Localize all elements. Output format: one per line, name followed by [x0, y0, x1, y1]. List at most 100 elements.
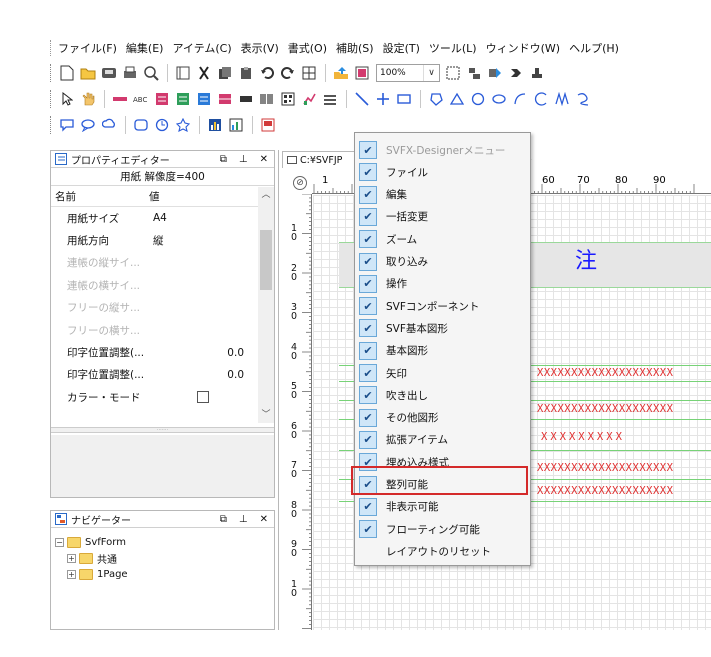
- menu-format[interactable]: 書式(O): [288, 40, 327, 56]
- undo-icon[interactable]: [257, 64, 276, 83]
- menu-file[interactable]: ファイル(F): [58, 40, 117, 56]
- menu-item-toggle[interactable]: ✔ 編集: [357, 184, 529, 206]
- float-window-icon[interactable]: ⧉: [220, 154, 227, 165]
- curve-icon[interactable]: [531, 90, 550, 109]
- menu-item-toggle[interactable]: ✔ 矢印: [357, 362, 529, 384]
- menu-settings[interactable]: 設定(T): [383, 40, 420, 56]
- menu-item-toggle[interactable]: ✔ フローティング可能: [357, 518, 529, 540]
- copy-icon[interactable]: [215, 64, 234, 83]
- circle-icon[interactable]: [468, 90, 487, 109]
- cross-line-icon[interactable]: [373, 90, 392, 109]
- menu-item-toggle[interactable]: ✔ その他図形: [357, 407, 529, 429]
- chart-window-icon[interactable]: [226, 116, 245, 135]
- menu-edit[interactable]: 編集(E): [126, 40, 164, 56]
- print-icon[interactable]: [120, 64, 139, 83]
- stamp-icon[interactable]: [527, 64, 546, 83]
- property-value[interactable]: 0.0: [227, 369, 258, 381]
- menu-view[interactable]: 表示(V): [241, 40, 279, 56]
- tree-node-1page[interactable]: + 1Page: [55, 566, 274, 582]
- field-text[interactable]: XXXXXXXXXXXXXXXXXXXX: [537, 485, 673, 497]
- page-frame-icon[interactable]: [443, 64, 462, 83]
- property-value[interactable]: 0.0: [227, 347, 258, 359]
- rectangle-icon[interactable]: [394, 90, 413, 109]
- open-folder-icon[interactable]: [78, 64, 97, 83]
- property-row-color-mode[interactable]: カラー・モード: [51, 386, 258, 408]
- record-icon[interactable]: [194, 90, 213, 109]
- menu-item-toggle[interactable]: ✔ ズーム: [357, 228, 529, 250]
- arc-icon[interactable]: [510, 90, 529, 109]
- property-value[interactable]: 縦: [153, 233, 258, 248]
- menu-item-toggle[interactable]: ✔ 取り込み: [357, 251, 529, 273]
- ellipse-icon[interactable]: [489, 90, 508, 109]
- triangle-icon[interactable]: [447, 90, 466, 109]
- property-row-print-offset-y[interactable]: 印字位置調整(... 0.0: [51, 364, 258, 386]
- paste-icon[interactable]: [236, 64, 255, 83]
- menu-item-toggle[interactable]: ✔ SVFコンポーネント: [357, 295, 529, 317]
- menu-item-toggle[interactable]: レイアウトのリセット: [357, 540, 529, 562]
- spline-icon[interactable]: [552, 90, 571, 109]
- menu-item-toggle[interactable]: ✔ SVF基本図形: [357, 317, 529, 339]
- menu-help[interactable]: ヘルプ(H): [569, 40, 619, 56]
- chevron-down-icon[interactable]: ∨: [423, 65, 439, 81]
- close-icon[interactable]: ✕: [260, 514, 268, 525]
- field-text[interactable]: XXXXXXXXXXXXXXXXXXXX: [537, 367, 673, 379]
- menu-item-toggle[interactable]: ✔ 吹き出し: [357, 384, 529, 406]
- clock-icon[interactable]: [152, 116, 171, 135]
- toolbar-grip[interactable]: [50, 116, 53, 134]
- title-text[interactable]: 注: [575, 243, 597, 275]
- splitter-handle[interactable]: ·······: [51, 427, 274, 433]
- ruler-origin-icon[interactable]: ⊘: [293, 176, 307, 190]
- tree-node-svfform[interactable]: − SvfForm: [55, 534, 274, 550]
- preview-icon[interactable]: [141, 64, 160, 83]
- list-field-icon[interactable]: [152, 90, 171, 109]
- image-icon[interactable]: [352, 64, 371, 83]
- menu-tools[interactable]: ツール(L): [429, 40, 477, 56]
- navigator-titlebar[interactable]: ナビゲーター ⧉ ⊥ ✕: [51, 511, 274, 528]
- zoom-select[interactable]: 100% ∨: [376, 64, 440, 82]
- menu-window[interactable]: ウィンドウ(W): [486, 40, 560, 56]
- align-icon[interactable]: [464, 64, 483, 83]
- redo-icon[interactable]: [278, 64, 297, 83]
- barcode-icon[interactable]: [236, 90, 255, 109]
- scroll-up-icon[interactable]: ︿: [258, 187, 274, 203]
- send-icon[interactable]: [485, 64, 504, 83]
- menu-item-toggle[interactable]: ✔ 拡張アイテム: [357, 429, 529, 451]
- menu-item-toggle[interactable]: ✔ 一括変更: [357, 206, 529, 228]
- menu-item-toggle[interactable]: ✔ SVFX-Designerメニュー: [357, 139, 529, 161]
- field-text[interactable]: XXXXXXXXXXXXXXXXXXXX: [537, 462, 673, 474]
- repeat-icon[interactable]: [320, 90, 339, 109]
- cut-icon[interactable]: [194, 64, 213, 83]
- line-icon[interactable]: [352, 90, 371, 109]
- toolbar-grip[interactable]: [50, 90, 53, 108]
- new-file-icon[interactable]: [57, 64, 76, 83]
- pointer-icon[interactable]: [57, 90, 76, 109]
- chart-icon[interactable]: [299, 90, 318, 109]
- callout-oval-icon[interactable]: [78, 116, 97, 135]
- arrow-right-icon[interactable]: [506, 64, 525, 83]
- pin-icon[interactable]: ⊥: [239, 514, 248, 525]
- tree-node-common[interactable]: + 共通: [55, 550, 274, 566]
- color-mode-checkbox[interactable]: [197, 391, 209, 404]
- properties-icon[interactable]: [173, 64, 192, 83]
- field-text[interactable]: XXXXXXXXX: [541, 431, 625, 443]
- property-row-print-offset-x[interactable]: 印字位置調整(... 0.0: [51, 341, 258, 363]
- pin-icon[interactable]: ⊥: [239, 154, 248, 165]
- embed-form-icon[interactable]: [258, 116, 277, 135]
- expand-icon[interactable]: +: [67, 553, 76, 563]
- callout-cloud-icon[interactable]: [99, 116, 118, 135]
- hand-icon[interactable]: [78, 90, 97, 109]
- property-scrollbar[interactable]: ︿ ﹀: [258, 187, 274, 423]
- menu-item-toggle[interactable]: ✔ 基本図形: [357, 340, 529, 362]
- property-value[interactable]: A4: [153, 212, 258, 224]
- polygon-icon[interactable]: [426, 90, 445, 109]
- qr-code-icon[interactable]: [278, 90, 297, 109]
- property-row-paper-orientation[interactable]: 用紙方向 縦: [51, 229, 258, 251]
- menu-item[interactable]: アイテム(C): [172, 40, 231, 56]
- menu-item-toggle[interactable]: ✔ 非表示可能: [357, 496, 529, 518]
- menu-item-toggle[interactable]: ✔ ファイル: [357, 161, 529, 183]
- save-icon[interactable]: [99, 64, 118, 83]
- scroll-thumb[interactable]: [260, 230, 272, 290]
- expand-icon[interactable]: +: [67, 569, 76, 579]
- property-editor-titlebar[interactable]: プロパティエディター ⧉ ⊥ ✕: [51, 151, 274, 168]
- star-icon[interactable]: [173, 116, 192, 135]
